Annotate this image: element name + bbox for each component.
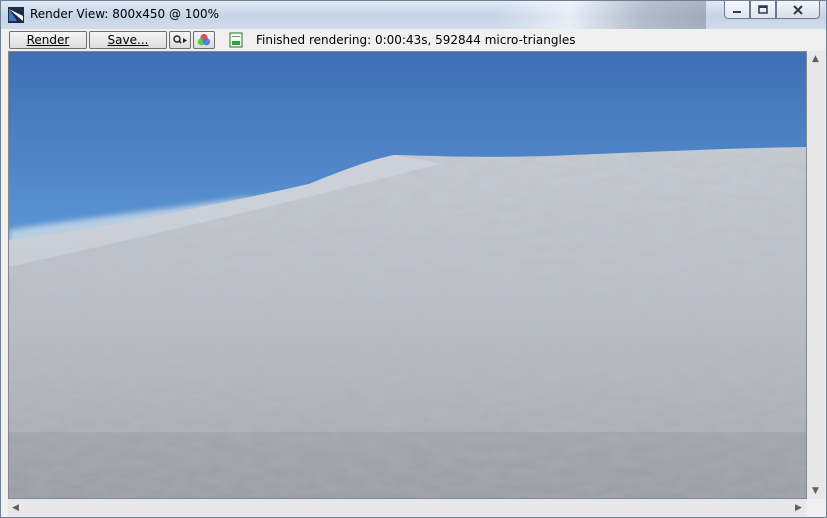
save-button-label: Save...	[107, 33, 149, 47]
minimize-icon	[733, 10, 741, 13]
scroll-right-icon[interactable]: ▶	[795, 504, 802, 513]
render-view-window: Render View: 800x450 @ 100% Render Save.…	[0, 0, 827, 518]
title-bar-glass	[496, 1, 706, 29]
title-bar[interactable]: Render View: 800x450 @ 100%	[1, 1, 826, 29]
resize-grip[interactable]	[807, 499, 825, 517]
render-status: Finished rendering: 0:00:43s, 592844 mic…	[256, 33, 576, 47]
caption-buttons	[724, 1, 820, 20]
scroll-left-icon[interactable]: ◀	[12, 504, 19, 513]
color-wheel-icon	[197, 33, 211, 46]
horizontal-scrollbar[interactable]: ◀ ▶	[8, 499, 807, 517]
save-button[interactable]: Save...	[89, 31, 167, 49]
render-canvas[interactable]	[8, 51, 807, 499]
rendered-terrain-image	[9, 52, 806, 498]
maximize-icon	[758, 5, 768, 14]
scroll-down-icon[interactable]: ▼	[812, 487, 819, 496]
close-icon	[793, 4, 803, 15]
maximize-button[interactable]	[750, 1, 776, 19]
window-title: Render View: 800x450 @ 100%	[30, 7, 220, 21]
document-icon	[229, 32, 243, 48]
app-logo-icon	[8, 7, 24, 23]
magnifier-arrow-icon	[173, 35, 187, 44]
close-button[interactable]	[776, 1, 820, 19]
scroll-up-icon[interactable]: ▲	[812, 55, 819, 64]
render-button[interactable]: Render	[9, 31, 87, 49]
document-button[interactable]	[228, 32, 244, 48]
minimize-button[interactable]	[724, 1, 750, 19]
render-button-label: Render	[26, 33, 70, 47]
toolbar: Render Save... Finished rendering: 0:00:…	[1, 30, 826, 51]
color-button[interactable]	[193, 31, 215, 49]
zoom-button[interactable]	[169, 31, 191, 49]
vertical-scrollbar[interactable]: ▲ ▼	[807, 51, 825, 499]
